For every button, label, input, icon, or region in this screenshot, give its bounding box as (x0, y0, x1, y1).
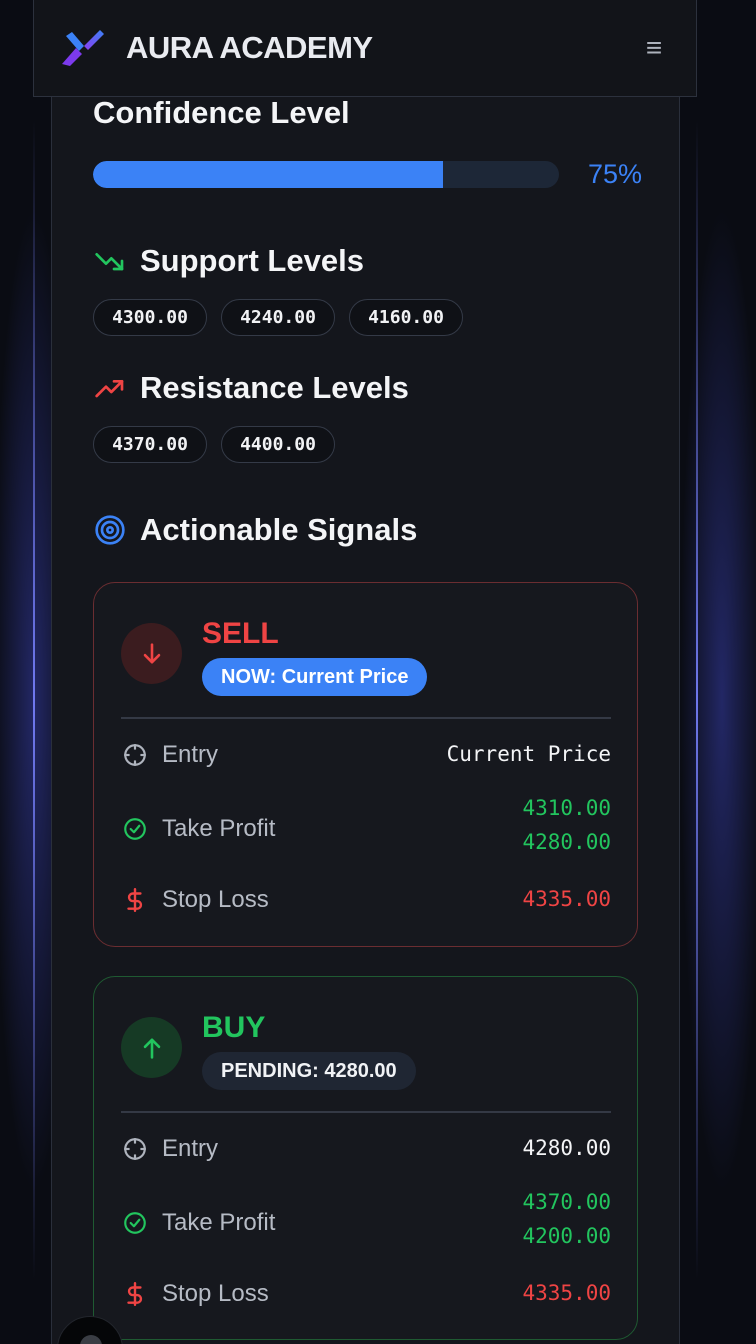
support-title: Support Levels (140, 243, 364, 278)
signal-type: SELL (202, 617, 279, 650)
trending-down-icon (93, 244, 127, 278)
take-profit-label-text: Take Profit (162, 815, 276, 842)
crosshair-icon (121, 1135, 149, 1163)
take-profit-label: Take Profit (121, 1209, 275, 1237)
entry-value: 4280.00 (522, 1136, 611, 1160)
entry-label: Entry (121, 741, 218, 769)
entry-value: Current Price (446, 742, 611, 766)
resistance-heading: Resistance Levels (93, 370, 409, 406)
signal-type: BUY (202, 1011, 266, 1044)
entry-label-text: Entry (162, 1135, 219, 1162)
resistance-level-chip[interactable]: 4400.00 (221, 426, 335, 463)
confidence-title: Confidence Level (93, 95, 350, 130)
signal-status-pill: PENDING: 4280.00 (202, 1052, 416, 1090)
buy-signal-card[interactable]: BUY PENDING: 4280.00 Entry 4280.00 Take … (93, 976, 638, 1340)
check-circle-icon (121, 815, 149, 843)
entry-label: Entry (121, 1135, 218, 1163)
right-glow (696, 120, 698, 1280)
stop-loss-label: Stop Loss (121, 1280, 269, 1308)
resistance-chips: 4370.00 4400.00 (93, 426, 335, 463)
take-profit-values: 4370.00 4200.00 (522, 1185, 611, 1253)
confidence-percent: 75% (588, 159, 643, 189)
support-level-chip[interactable]: 4160.00 (349, 299, 463, 336)
arrow-down-icon (121, 623, 182, 684)
signals-title: Actionable Signals (140, 512, 418, 547)
dollar-icon (121, 1280, 149, 1308)
target-icon (93, 513, 127, 547)
stop-loss-label: Stop Loss (121, 886, 269, 914)
take-profit-value: 4280.00 (522, 830, 611, 854)
take-profit-value: 4310.00 (522, 796, 611, 820)
support-chips: 4300.00 4240.00 4160.00 (93, 299, 463, 336)
resistance-level-chip[interactable]: 4370.00 (93, 426, 207, 463)
stop-loss-label-text: Stop Loss (162, 886, 269, 913)
signal-status-pill: NOW: Current Price (202, 658, 428, 696)
app-stage: AURA ACADEMY ≡ Confidence Level 75% Supp… (0, 0, 756, 1344)
take-profit-label: Take Profit (121, 815, 275, 843)
support-level-chip[interactable]: 4300.00 (93, 299, 207, 336)
take-profit-value: 4370.00 (522, 1190, 611, 1214)
divider (121, 1111, 611, 1113)
aura-x-logo-icon[interactable] (58, 28, 104, 68)
support-heading: Support Levels (93, 243, 364, 279)
confidence-progress-fill (93, 161, 443, 188)
take-profit-value: 4200.00 (522, 1224, 611, 1248)
brand-name: AURA ACADEMY (126, 30, 373, 65)
support-level-chip[interactable]: 4240.00 (221, 299, 335, 336)
menu-icon[interactable]: ≡ (636, 32, 672, 64)
entry-label-text: Entry (162, 741, 219, 768)
confidence-progress-bar (93, 161, 559, 188)
top-header: AURA ACADEMY ≡ (33, 0, 697, 97)
sell-signal-card[interactable]: SELL NOW: Current Price Entry Current Pr… (93, 582, 638, 947)
check-circle-icon (121, 1209, 149, 1237)
arrow-up-icon (121, 1017, 182, 1078)
take-profit-label-text: Take Profit (162, 1209, 276, 1236)
dollar-icon (121, 886, 149, 914)
signals-heading: Actionable Signals (93, 512, 417, 548)
crosshair-icon (121, 741, 149, 769)
trending-up-icon (93, 371, 127, 405)
left-glow (33, 120, 35, 1280)
take-profit-values: 4310.00 4280.00 (522, 791, 611, 859)
stop-loss-value: 4335.00 (522, 1281, 611, 1305)
divider (121, 717, 611, 719)
stop-loss-label-text: Stop Loss (162, 1280, 269, 1307)
stop-loss-value: 4335.00 (522, 887, 611, 911)
resistance-title: Resistance Levels (140, 370, 409, 405)
